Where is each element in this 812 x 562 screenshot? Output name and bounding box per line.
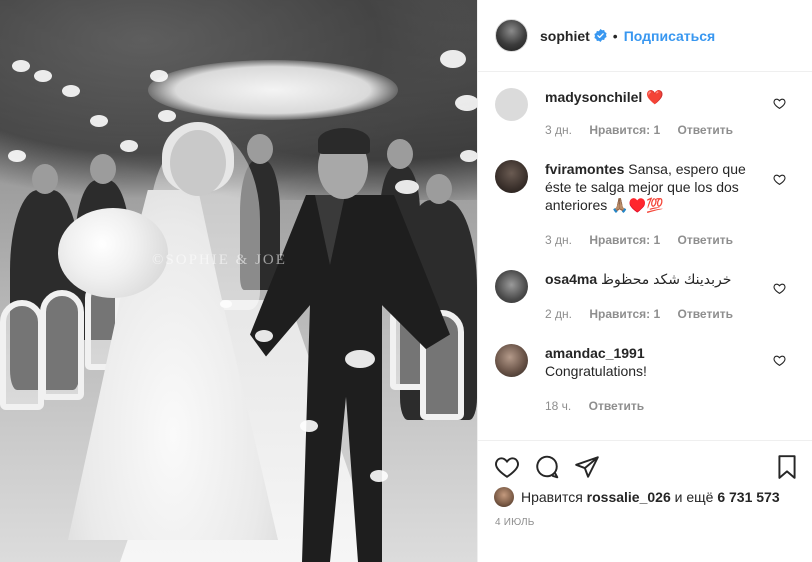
petal	[255, 330, 273, 342]
reply-button[interactable]: Ответить	[678, 233, 733, 247]
petal	[90, 115, 108, 127]
comment-body: osa4ma خربدينك شكد محظوظ	[545, 270, 765, 288]
comment-meta: 3 дн. Нравится: 1 Ответить	[545, 233, 747, 247]
comment-item: amandac_1991 Congratulations! 18 ч. Отве…	[495, 344, 795, 424]
comment-likes[interactable]: Нравится: 1	[589, 233, 660, 247]
speech-bubble-icon[interactable]	[534, 454, 560, 480]
commenter-username[interactable]: madysonchilel	[545, 89, 642, 105]
comment-likes[interactable]: Нравится: 1	[589, 123, 660, 137]
petal	[460, 150, 477, 162]
post-sidebar: sophiet • Подписаться madysonchilel ❤️ 3…	[477, 0, 812, 562]
groom-hair	[318, 128, 370, 154]
heart-outline-icon[interactable]	[773, 354, 786, 367]
photo-watermark: ©SOPHIE & JOE	[152, 252, 287, 268]
petal	[455, 95, 477, 111]
chair	[40, 290, 84, 400]
comment-time[interactable]: 3 дн.	[545, 233, 572, 247]
petal	[8, 150, 26, 162]
petal	[370, 470, 388, 482]
petal	[12, 60, 30, 72]
petal	[440, 50, 466, 68]
post-header: sophiet • Подписаться	[478, 0, 812, 72]
likes-prefix: Нравится	[521, 489, 583, 505]
heart-outline-icon[interactable]	[773, 282, 786, 295]
reply-button[interactable]: Ответить	[589, 399, 644, 413]
paper-plane-icon[interactable]	[574, 454, 600, 480]
petal	[345, 350, 375, 368]
comment-body: madysonchilel ❤️	[545, 88, 765, 106]
comment-meta: 3 дн. Нравится: 1 Ответить	[545, 123, 747, 137]
owner-username[interactable]: sophiet	[540, 28, 590, 44]
petal	[220, 300, 232, 308]
likes-count[interactable]: 6 731 573	[717, 489, 779, 505]
comment-text: Congratulations!	[545, 363, 647, 379]
likes-summary: Нравится rossalie_026 и ещё 6 731 573	[494, 487, 780, 507]
comment-text: خربدينك شكد محظوظ	[601, 271, 732, 287]
comment-time[interactable]: 3 дн.	[545, 123, 572, 137]
commenter-avatar[interactable]	[495, 270, 528, 303]
comment-item: fviramontes Sansa, espero que éste te sa…	[495, 160, 795, 255]
likes-middle: и ещё	[674, 489, 714, 505]
petal	[150, 70, 168, 82]
commenter-avatar[interactable]	[495, 160, 528, 193]
reply-button[interactable]: Ответить	[678, 307, 733, 321]
commenter-username[interactable]: fviramontes	[545, 161, 624, 177]
heart-outline-icon[interactable]	[773, 173, 786, 186]
comment-body: amandac_1991 Congratulations!	[545, 344, 765, 380]
petal	[158, 110, 176, 122]
commenter-username[interactable]: amandac_1991	[545, 344, 765, 362]
comment-likes[interactable]: Нравится: 1	[589, 307, 660, 321]
comment-meta: 2 дн. Нравится: 1 Ответить	[545, 307, 747, 321]
comment-item: osa4ma خربدينك شكد محظوظ 2 дн. Нравится:…	[495, 270, 795, 330]
commenter-avatar[interactable]	[495, 88, 528, 121]
bride-face	[170, 130, 226, 196]
liker-avatar[interactable]	[494, 487, 514, 507]
commenter-username[interactable]: osa4ma	[545, 271, 597, 287]
post-date[interactable]: 4 ИЮЛЬ	[495, 517, 535, 528]
follow-button[interactable]: Подписаться	[624, 28, 716, 44]
header-separator: •	[612, 27, 618, 44]
petal	[395, 180, 419, 194]
comment-body: fviramontes Sansa, espero que éste te sa…	[545, 160, 765, 214]
comments-list[interactable]: madysonchilel ❤️ 3 дн. Нравится: 1 Ответ…	[478, 73, 812, 440]
comment-time[interactable]: 2 дн.	[545, 307, 572, 321]
comment-meta: 18 ч. Ответить	[545, 399, 658, 413]
petal	[34, 70, 52, 82]
comment-item: madysonchilel ❤️ 3 дн. Нравится: 1 Ответ…	[495, 88, 795, 148]
comment-time[interactable]: 18 ч.	[545, 399, 571, 413]
owner-avatar[interactable]	[495, 19, 528, 52]
post-photo[interactable]: ©SOPHIE & JOE	[0, 0, 477, 562]
petal	[120, 140, 138, 152]
comment-text: ❤️	[646, 89, 664, 105]
heart-outline-icon[interactable]	[494, 454, 520, 480]
bookmark-icon[interactable]	[774, 454, 800, 480]
reply-button[interactable]: Ответить	[678, 123, 733, 137]
commenter-avatar[interactable]	[495, 344, 528, 377]
petal	[62, 85, 80, 97]
verified-badge-icon	[594, 29, 607, 42]
chair	[0, 300, 44, 410]
liker-username[interactable]: rossalie_026	[587, 489, 671, 505]
petal	[300, 420, 318, 432]
heart-outline-icon[interactable]	[773, 97, 786, 110]
flower-arch	[148, 60, 398, 120]
